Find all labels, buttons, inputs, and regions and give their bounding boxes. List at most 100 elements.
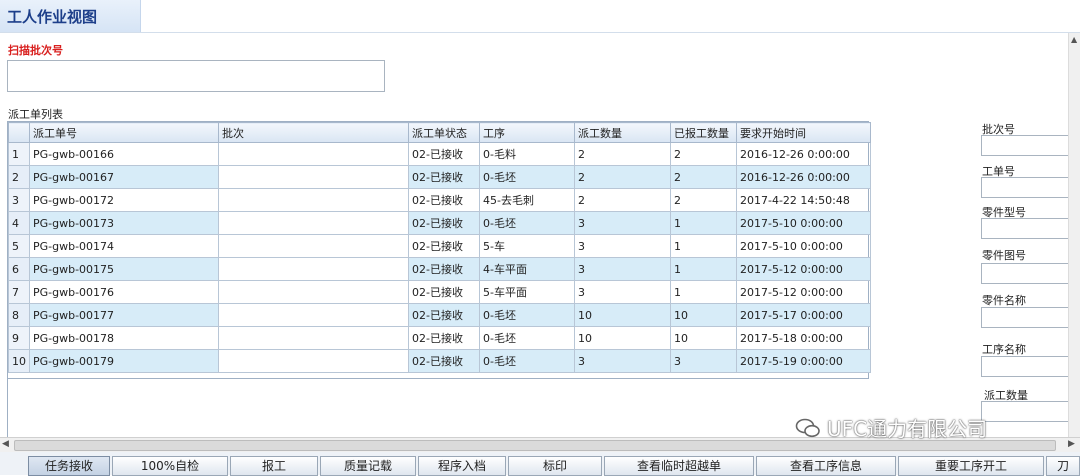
row-number: 1 <box>8 142 30 166</box>
status-cell: 02-已接收 <box>408 257 480 281</box>
dispatch-no-cell: PG-gwb-00177 <box>29 303 219 327</box>
status-cell: 02-已接收 <box>408 211 480 235</box>
program-archive-button[interactable]: 程序入档 <box>418 456 506 476</box>
side-label-part-name: 零件名称 <box>982 294 1026 307</box>
table-row[interactable]: 6 PG-gwb-00175 02-已接收 4-车平面 3 1 2017-5-12 0:00… <box>8 257 871 281</box>
column-header-status[interactable]: 派工单状态 <box>408 122 480 143</box>
mark-print-button[interactable]: 标印 <box>508 456 602 476</box>
side-input-part-name[interactable] <box>981 307 1080 328</box>
scroll-up-icon[interactable]: ▲ <box>1071 35 1077 44</box>
table-row[interactable]: 10 PG-gwb-00179 02-已接收 0-毛坯 3 3 2017-5-19 0:00… <box>8 349 871 373</box>
quality-record-button[interactable]: 质量记载 <box>320 456 416 476</box>
watermark-text: UFC通力有限公司 <box>827 417 988 441</box>
process-cell: 0-毛坯 <box>479 326 575 350</box>
batch-cell <box>218 326 409 350</box>
row-number: 10 <box>8 349 30 373</box>
reported-qty-cell: 1 <box>670 257 737 281</box>
dispatch-list-label: 派工单列表 <box>8 108 63 121</box>
scroll-left-icon[interactable]: ◀ <box>2 439 9 449</box>
batch-cell <box>218 280 409 304</box>
table-row[interactable]: 9 PG-gwb-00178 02-已接收 0-毛坯 10 10 2017-5-18 0:0… <box>8 326 871 350</box>
row-number: 6 <box>8 257 30 281</box>
row-number: 5 <box>8 234 30 258</box>
column-header-dispatch-qty[interactable]: 派工数量 <box>574 122 671 143</box>
dispatch-qty-cell: 3 <box>574 280 671 304</box>
side-input-dispatch-qty[interactable] <box>981 401 1080 422</box>
process-cell: 0-毛料 <box>479 142 575 166</box>
row-number: 7 <box>8 280 30 304</box>
table-row[interactable]: 4 PG-gwb-00173 02-已接收 0-毛坯 3 1 2017-5-10 0:00:… <box>8 211 871 235</box>
dispatch-qty-cell: 3 <box>574 257 671 281</box>
table-row[interactable]: 3 PG-gwb-00172 02-已接收 45-去毛刺 2 2 2017-4-22 14:… <box>8 188 871 212</box>
process-cell: 0-毛坯 <box>479 303 575 327</box>
reported-qty-cell: 10 <box>670 303 737 327</box>
vertical-scrollbar[interactable]: ▲ <box>1068 33 1080 437</box>
table-row[interactable]: 2 PG-gwb-00167 02-已接收 0-毛坯 2 2 2016-12-26 0:00… <box>8 165 871 189</box>
view-temp-override-button[interactable]: 查看临时超越单 <box>604 456 754 476</box>
side-input-part-model[interactable] <box>981 218 1080 239</box>
row-number: 4 <box>8 211 30 235</box>
reported-qty-cell: 1 <box>670 211 737 235</box>
title-divider <box>0 32 1080 33</box>
column-header-start-time[interactable]: 要求开始时间 <box>736 122 871 143</box>
column-header-reported-qty[interactable]: 已报工数量 <box>670 122 737 143</box>
column-header-batch[interactable]: 批次 <box>218 122 409 143</box>
table-header-row: 派工单号 批次 派工单状态 工序 派工数量 已报工数量 要求开始时间 <box>8 122 871 143</box>
start-time-cell: 2017-5-10 0:00:00 <box>736 234 871 258</box>
start-time-cell: 2017-5-17 0:00:00 <box>736 303 871 327</box>
start-time-cell: 2016-12-26 0:00:00 <box>736 142 871 166</box>
start-time-cell: 2017-5-18 0:00:00 <box>736 326 871 350</box>
column-header-process[interactable]: 工序 <box>479 122 575 143</box>
window-title-bar: 工人作业视图 <box>0 0 141 33</box>
row-number: 9 <box>8 326 30 350</box>
dispatch-no-cell: PG-gwb-00166 <box>29 142 219 166</box>
column-header[interactable] <box>8 122 30 143</box>
table-row[interactable]: 7 PG-gwb-00176 02-已接收 5-车平面 3 1 2017-5-12 0:00… <box>8 280 871 304</box>
table-row[interactable]: 1 PG-gwb-00166 02-已接收 0-毛料 2 2 2016-12-26 0:00… <box>8 142 871 166</box>
batch-cell <box>218 303 409 327</box>
row-number: 2 <box>8 165 30 189</box>
dispatch-grid: 派工单号 批次 派工单状态 工序 派工数量 已报工数量 要求开始时间 1 PG-g… <box>7 121 871 379</box>
dispatch-qty-cell: 2 <box>574 165 671 189</box>
batch-cell <box>218 234 409 258</box>
side-input-work-order[interactable] <box>981 177 1080 198</box>
side-input-part-drawing[interactable] <box>981 263 1080 284</box>
process-cell: 0-毛坯 <box>479 349 575 373</box>
dispatch-qty-cell: 3 <box>574 211 671 235</box>
dispatch-no-cell: PG-gwb-00173 <box>29 211 219 235</box>
scan-batch-input[interactable] <box>7 60 385 92</box>
dispatch-qty-cell: 10 <box>574 303 671 327</box>
task-receive-button[interactable]: 任务接收 <box>28 456 110 476</box>
process-cell: 0-毛坯 <box>479 211 575 235</box>
dispatch-no-cell: PG-gwb-00179 <box>29 349 219 373</box>
status-cell: 02-已接收 <box>408 188 480 212</box>
status-cell: 02-已接收 <box>408 303 480 327</box>
batch-cell <box>218 165 409 189</box>
key-process-start-button[interactable]: 重要工序开工 <box>898 456 1044 476</box>
batch-cell <box>218 257 409 281</box>
dispatch-no-cell: PG-gwb-00172 <box>29 188 219 212</box>
self-check-button[interactable]: 100%自检 <box>112 456 228 476</box>
scroll-right-icon[interactable]: ▶ <box>1068 439 1075 449</box>
reported-qty-cell: 2 <box>670 142 737 166</box>
side-input-process-name[interactable] <box>981 356 1080 377</box>
dispatch-qty-cell: 3 <box>574 349 671 373</box>
tool-button[interactable]: 刀 <box>1046 456 1080 476</box>
process-cell: 5-车 <box>479 234 575 258</box>
view-process-info-button[interactable]: 查看工序信息 <box>756 456 896 476</box>
report-work-button[interactable]: 报工 <box>230 456 318 476</box>
batch-cell <box>218 142 409 166</box>
table-row[interactable]: 5 PG-gwb-00174 02-已接收 5-车 3 1 2017-5-10 0:00:0… <box>8 234 871 258</box>
status-cell: 02-已接收 <box>408 326 480 350</box>
table-row[interactable]: 8 PG-gwb-00177 02-已接收 0-毛坯 10 10 2017-5-17 0:0… <box>8 303 871 327</box>
side-input-batch-no[interactable] <box>981 135 1080 156</box>
start-time-cell: 2017-5-19 0:00:00 <box>736 349 871 373</box>
reported-qty-cell: 1 <box>670 234 737 258</box>
side-label-part-drawing: 零件图号 <box>982 249 1026 262</box>
dispatch-qty-cell: 10 <box>574 326 671 350</box>
reported-qty-cell: 2 <box>670 188 737 212</box>
wechat-icon <box>795 418 820 437</box>
process-cell: 45-去毛刺 <box>479 188 575 212</box>
column-header-dispatch-no[interactable]: 派工单号 <box>29 122 219 143</box>
dispatch-qty-cell: 3 <box>574 234 671 258</box>
